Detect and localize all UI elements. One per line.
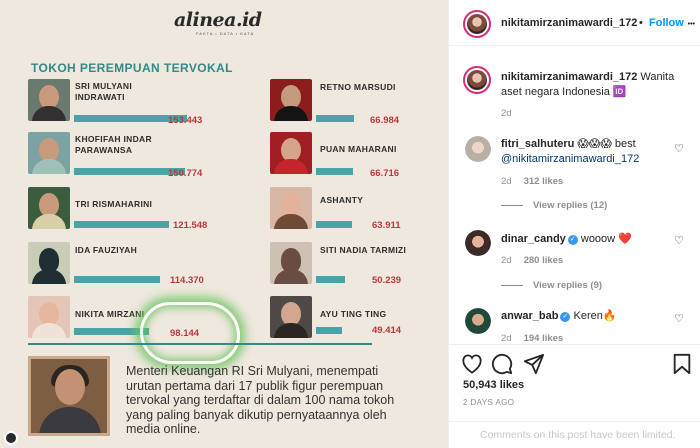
- post-header: nikitamirzanimawardi_172 • Follow •••: [449, 0, 700, 46]
- heart-icon[interactable]: [459, 351, 485, 377]
- infographic-title: TOKOH PEREMPUAN TERVOKAL: [31, 61, 233, 75]
- alinea-logo: alinea.id: [174, 9, 262, 31]
- caption-age: 2d: [501, 108, 512, 119]
- commenter-username[interactable]: anwar_bab: [501, 310, 558, 322]
- infographic-caption: Menteri Keuangan RI Sri Mulyani, menempa…: [126, 364, 395, 436]
- author-username[interactable]: nikitamirzanimawardi_172: [501, 17, 637, 29]
- post-caption: nikitamirzanimawardi_172 Wanita aset neg…: [501, 70, 691, 100]
- comment-age: 2d: [501, 333, 512, 344]
- portrait-photo: [28, 132, 70, 174]
- portrait-photo: [270, 242, 312, 284]
- comment-body: 😱😱😱 best: [577, 138, 636, 150]
- comment-text: dinar_candy ✓ wooow ❤️: [501, 232, 671, 247]
- entry-value: 114.370: [170, 275, 204, 286]
- caption-author-username[interactable]: nikitamirzanimawardi_172: [501, 71, 637, 83]
- comment-mention[interactable]: @nikitamirzanimawardi_172: [501, 153, 639, 165]
- entry-value: 66.716: [370, 168, 400, 179]
- verified-badge-icon: ✓: [560, 312, 571, 322]
- portrait-photo: [28, 187, 70, 229]
- entry-bar: [74, 328, 149, 335]
- caption-author-avatar[interactable]: [463, 66, 491, 94]
- commenter-username[interactable]: dinar_candy: [501, 233, 566, 245]
- view-replies-button[interactable]: View replies (12): [501, 200, 607, 211]
- entry-bar: [74, 276, 160, 283]
- post-sidebar: nikitamirzanimawardi_172 • Follow ••• ni…: [448, 0, 700, 448]
- highlight-circle: [140, 302, 240, 364]
- portrait-photo: [270, 132, 312, 174]
- entry-value: 49.414: [372, 325, 402, 336]
- entry-name: AYU TING TING: [320, 309, 387, 319]
- entry-name: SITI NADIA TARMIZI: [320, 245, 407, 255]
- comment-body: Keren🔥: [573, 310, 617, 322]
- entry-name: IDA FAUZIYAH: [75, 245, 138, 255]
- comment-like-heart-icon[interactable]: ♡: [674, 234, 684, 247]
- view-replies-label[interactable]: View replies (9): [533, 280, 602, 291]
- entry-name: TRI RISMAHARINI: [75, 199, 153, 209]
- entry-name: RETNO MARSUDI: [320, 82, 396, 92]
- comment-likes[interactable]: 280 likes: [524, 255, 564, 266]
- comment-meta: 2d 280 likes: [501, 255, 563, 266]
- entry-value: 66.984: [370, 115, 400, 126]
- comment-like-heart-icon[interactable]: ♡: [674, 142, 684, 155]
- entry-bar: [316, 168, 353, 175]
- comment-likes[interactable]: 312 likes: [524, 176, 564, 187]
- more-options-icon[interactable]: •••: [688, 21, 695, 28]
- follow-button[interactable]: Follow: [649, 17, 684, 29]
- tagged-profile-icon[interactable]: [4, 431, 18, 445]
- comments-limited-notice: Comments on this post have been limited.: [449, 421, 700, 445]
- portrait-photo: [28, 296, 70, 338]
- verified-badge-icon: ✓: [567, 235, 578, 245]
- commenter-username[interactable]: fitri_salhuteru: [501, 138, 574, 150]
- entry-value: 121.548: [173, 220, 208, 231]
- bookmark-icon[interactable]: [669, 351, 695, 377]
- infographic-divider: [28, 343, 372, 345]
- comment-like-heart-icon[interactable]: ♡: [674, 312, 684, 325]
- comment-meta: 2d 194 likes: [501, 333, 563, 344]
- entry-name: PUAN MAHARANI: [320, 144, 397, 154]
- entry-bar: [316, 276, 345, 283]
- share-icon[interactable]: [521, 351, 547, 377]
- entry-bar: [74, 221, 169, 228]
- entry-bar: [316, 221, 352, 228]
- entry-value: 150.774: [168, 168, 203, 179]
- entry-bar: [316, 115, 354, 122]
- caption-portrait: [28, 356, 110, 436]
- follow-separator: •: [639, 17, 643, 29]
- entry-name: KHOFIFAH INDAR PARAWANSA: [75, 134, 152, 155]
- comment-age: 2d: [501, 176, 512, 187]
- comment-body: wooow ❤️: [580, 233, 632, 245]
- author-avatar[interactable]: [463, 10, 491, 38]
- comment-text: fitri_salhuteru 😱😱😱 best @nikitamirzanim…: [501, 137, 671, 167]
- comment-age: 2d: [501, 255, 512, 266]
- comment-text: anwar_bab ✓ Keren🔥: [501, 309, 671, 324]
- portrait-photo: [270, 187, 312, 229]
- entry-name: ASHANTY: [320, 195, 364, 205]
- likes-count[interactable]: 50,943 likes: [463, 379, 524, 391]
- post-actions: 50,943 likes 2 DAYS AGO Comments on this…: [449, 344, 700, 444]
- alinea-logo-tagline: FAKTA • DATA • KATA: [196, 31, 255, 36]
- view-replies-label[interactable]: View replies (12): [533, 200, 607, 211]
- portrait-photo: [270, 79, 312, 121]
- commenter-avatar[interactable]: [465, 136, 491, 162]
- entry-value: 50.239: [372, 275, 402, 286]
- view-replies-button[interactable]: View replies (9): [501, 280, 602, 291]
- entry-bar: [316, 327, 342, 334]
- commenter-avatar[interactable]: [465, 230, 491, 256]
- portrait-photo: [28, 79, 70, 121]
- entry-name: SRI MULYANI INDRAWATI: [75, 81, 132, 102]
- comment-likes[interactable]: 194 likes: [524, 333, 564, 344]
- post-timestamp: 2 DAYS AGO: [463, 398, 515, 407]
- commenter-avatar[interactable]: [465, 308, 491, 334]
- comment-icon[interactable]: [489, 351, 515, 377]
- post-image[interactable]: alinea.id FAKTA • DATA • KATA TOKOH PERE…: [0, 0, 448, 448]
- comment-meta: 2d 312 likes: [501, 176, 563, 187]
- entry-value: 63.911: [372, 220, 401, 231]
- portrait-photo: [28, 242, 70, 284]
- entry-value: 153.443: [168, 115, 203, 126]
- portrait-photo: [270, 296, 312, 338]
